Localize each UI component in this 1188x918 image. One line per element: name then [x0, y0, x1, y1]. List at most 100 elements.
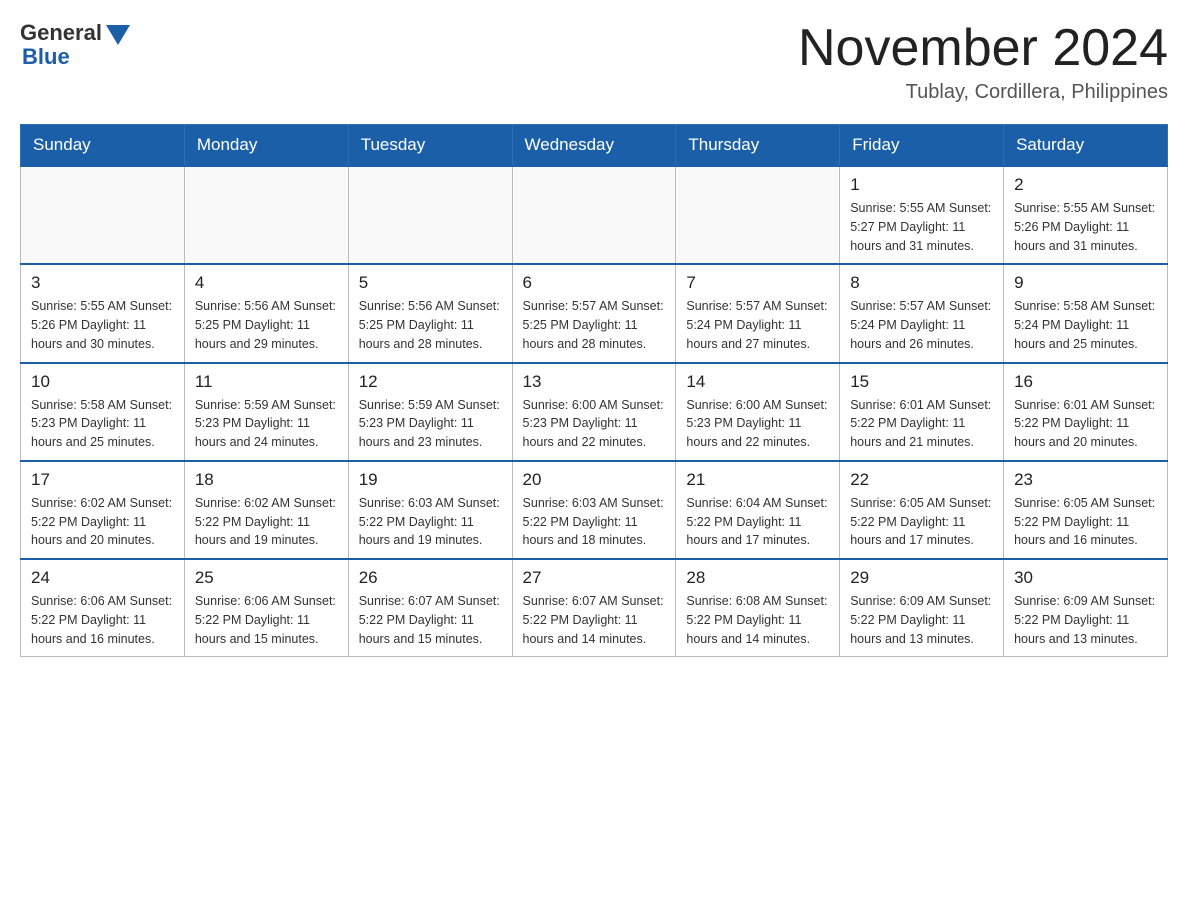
- logo-general-text: General: [20, 20, 102, 46]
- calendar-cell: 12 Sunrise: 5:59 AM Sunset: 5:23 PM Dayli…: [348, 363, 512, 461]
- calendar-cell: 6 Sunrise: 5:57 AM Sunset: 5:25 PM Daylig…: [512, 264, 676, 362]
- day-number: 10: [31, 372, 174, 392]
- calendar-cell: 22 Sunrise: 6:05 AM Sunset: 5:22 PM Dayli…: [840, 461, 1004, 559]
- day-info: Sunrise: 5:59 AM Sunset: 5:23 PM Dayligh…: [195, 396, 338, 452]
- calendar-cell: 15Sunrise: 6:01 AM Sunset: 5:22 PM Dayli…: [840, 363, 1004, 461]
- day-info: Sunrise: 6:09 AM Sunset: 5:22 PM Dayligh…: [850, 592, 993, 648]
- calendar-cell: 14 Sunrise: 6:00 AM Sunset: 5:23 PM Dayli…: [676, 363, 840, 461]
- day-info: Sunrise: 6:09 AM Sunset: 5:22 PM Dayligh…: [1014, 592, 1157, 648]
- day-info: Sunrise: 5:56 AM Sunset: 5:25 PM Dayligh…: [195, 297, 338, 353]
- day-info: Sunrise: 6:00 AM Sunset: 5:23 PM Dayligh…: [686, 396, 829, 452]
- day-info: Sunrise: 6:01 AM Sunset: 5:22 PM Dayligh…: [850, 396, 993, 452]
- day-of-week-header: Friday: [840, 125, 1004, 167]
- day-info: Sunrise: 5:58 AM Sunset: 5:24 PM Dayligh…: [1014, 297, 1157, 353]
- day-info: Sunrise: 6:02 AM Sunset: 5:22 PM Dayligh…: [31, 494, 174, 550]
- day-number: 5: [359, 273, 502, 293]
- day-number: 9: [1014, 273, 1157, 293]
- calendar-cell: [348, 166, 512, 264]
- day-info: Sunrise: 6:02 AM Sunset: 5:22 PM Dayligh…: [195, 494, 338, 550]
- day-number: 21: [686, 470, 829, 490]
- day-info: Sunrise: 5:55 AM Sunset: 5:27 PM Dayligh…: [850, 199, 993, 255]
- logo-blue-text: Blue: [22, 44, 70, 70]
- calendar-week-row: 24Sunrise: 6:06 AM Sunset: 5:22 PM Dayli…: [21, 559, 1168, 657]
- day-of-week-header: Sunday: [21, 125, 185, 167]
- calendar-cell: 30 Sunrise: 6:09 AM Sunset: 5:22 PM Dayli…: [1004, 559, 1168, 657]
- day-of-week-header: Monday: [184, 125, 348, 167]
- month-title: November 2024: [798, 20, 1168, 77]
- title-area: November 2024 Tublay, Cordillera, Philip…: [798, 20, 1168, 104]
- calendar-week-row: 3Sunrise: 5:55 AM Sunset: 5:26 PM Daylig…: [21, 264, 1168, 362]
- day-number: 8: [850, 273, 993, 293]
- calendar-cell: 7 Sunrise: 5:57 AM Sunset: 5:24 PM Daylig…: [676, 264, 840, 362]
- calendar-cell: [21, 166, 185, 264]
- day-number: 25: [195, 568, 338, 588]
- day-info: Sunrise: 5:55 AM Sunset: 5:26 PM Dayligh…: [1014, 199, 1157, 255]
- calendar-cell: 3Sunrise: 5:55 AM Sunset: 5:26 PM Daylig…: [21, 264, 185, 362]
- day-info: Sunrise: 6:05 AM Sunset: 5:22 PM Dayligh…: [850, 494, 993, 550]
- location-subtitle: Tublay, Cordillera, Philippines: [798, 81, 1168, 104]
- day-info: Sunrise: 6:07 AM Sunset: 5:22 PM Dayligh…: [523, 592, 666, 648]
- day-info: Sunrise: 6:01 AM Sunset: 5:22 PM Dayligh…: [1014, 396, 1157, 452]
- day-number: 7: [686, 273, 829, 293]
- day-number: 17: [31, 470, 174, 490]
- calendar-cell: 2 Sunrise: 5:55 AM Sunset: 5:26 PM Daylig…: [1004, 166, 1168, 264]
- day-number: 11: [195, 372, 338, 392]
- day-info: Sunrise: 5:59 AM Sunset: 5:23 PM Dayligh…: [359, 396, 502, 452]
- day-number: 14: [686, 372, 829, 392]
- calendar-cell: 28 Sunrise: 6:08 AM Sunset: 5:22 PM Dayli…: [676, 559, 840, 657]
- day-number: 12: [359, 372, 502, 392]
- calendar-week-row: 10Sunrise: 5:58 AM Sunset: 5:23 PM Dayli…: [21, 363, 1168, 461]
- day-number: 6: [523, 273, 666, 293]
- calendar-cell: 13Sunrise: 6:00 AM Sunset: 5:23 PM Dayli…: [512, 363, 676, 461]
- day-number: 23: [1014, 470, 1157, 490]
- day-number: 16: [1014, 372, 1157, 392]
- calendar-cell: 17 Sunrise: 6:02 AM Sunset: 5:22 PM Dayli…: [21, 461, 185, 559]
- calendar-cell: 27 Sunrise: 6:07 AM Sunset: 5:22 PM Dayli…: [512, 559, 676, 657]
- day-number: 22: [850, 470, 993, 490]
- day-number: 1: [850, 175, 993, 195]
- page-header: General Blue November 2024 Tublay, Cordi…: [20, 20, 1168, 104]
- day-info: Sunrise: 6:04 AM Sunset: 5:22 PM Dayligh…: [686, 494, 829, 550]
- day-of-week-header: Thursday: [676, 125, 840, 167]
- day-number: 28: [686, 568, 829, 588]
- calendar-cell: 24Sunrise: 6:06 AM Sunset: 5:22 PM Dayli…: [21, 559, 185, 657]
- logo-triangle-icon: [106, 25, 130, 45]
- calendar-table: SundayMondayTuesdayWednesdayThursdayFrid…: [20, 124, 1168, 657]
- calendar-cell: [512, 166, 676, 264]
- day-info: Sunrise: 6:08 AM Sunset: 5:22 PM Dayligh…: [686, 592, 829, 648]
- calendar-week-row: 17 Sunrise: 6:02 AM Sunset: 5:22 PM Dayli…: [21, 461, 1168, 559]
- day-number: 30: [1014, 568, 1157, 588]
- calendar-cell: 21 Sunrise: 6:04 AM Sunset: 5:22 PM Dayli…: [676, 461, 840, 559]
- calendar-cell: 26 Sunrise: 6:07 AM Sunset: 5:22 PM Dayli…: [348, 559, 512, 657]
- calendar-week-row: 1 Sunrise: 5:55 AM Sunset: 5:27 PM Daylig…: [21, 166, 1168, 264]
- calendar-cell: 10Sunrise: 5:58 AM Sunset: 5:23 PM Dayli…: [21, 363, 185, 461]
- day-number: 26: [359, 568, 502, 588]
- calendar-cell: 19Sunrise: 6:03 AM Sunset: 5:22 PM Dayli…: [348, 461, 512, 559]
- calendar-cell: 16 Sunrise: 6:01 AM Sunset: 5:22 PM Dayli…: [1004, 363, 1168, 461]
- day-number: 4: [195, 273, 338, 293]
- day-info: Sunrise: 5:56 AM Sunset: 5:25 PM Dayligh…: [359, 297, 502, 353]
- day-number: 18: [195, 470, 338, 490]
- day-info: Sunrise: 5:57 AM Sunset: 5:25 PM Dayligh…: [523, 297, 666, 353]
- calendar-cell: 23 Sunrise: 6:05 AM Sunset: 5:22 PM Dayli…: [1004, 461, 1168, 559]
- day-info: Sunrise: 5:55 AM Sunset: 5:26 PM Dayligh…: [31, 297, 174, 353]
- day-info: Sunrise: 6:05 AM Sunset: 5:22 PM Dayligh…: [1014, 494, 1157, 550]
- day-number: 19: [359, 470, 502, 490]
- calendar-cell: 5 Sunrise: 5:56 AM Sunset: 5:25 PM Daylig…: [348, 264, 512, 362]
- day-info: Sunrise: 6:07 AM Sunset: 5:22 PM Dayligh…: [359, 592, 502, 648]
- calendar-cell: 20Sunrise: 6:03 AM Sunset: 5:22 PM Dayli…: [512, 461, 676, 559]
- calendar-cell: 4 Sunrise: 5:56 AM Sunset: 5:25 PM Daylig…: [184, 264, 348, 362]
- logo: General Blue: [20, 20, 130, 70]
- calendar-cell: 29 Sunrise: 6:09 AM Sunset: 5:22 PM Dayli…: [840, 559, 1004, 657]
- calendar-cell: 25Sunrise: 6:06 AM Sunset: 5:22 PM Dayli…: [184, 559, 348, 657]
- calendar-cell: 1 Sunrise: 5:55 AM Sunset: 5:27 PM Daylig…: [840, 166, 1004, 264]
- day-info: Sunrise: 5:57 AM Sunset: 5:24 PM Dayligh…: [686, 297, 829, 353]
- day-number: 20: [523, 470, 666, 490]
- day-number: 13: [523, 372, 666, 392]
- day-number: 27: [523, 568, 666, 588]
- day-number: 24: [31, 568, 174, 588]
- calendar-cell: 11 Sunrise: 5:59 AM Sunset: 5:23 PM Dayli…: [184, 363, 348, 461]
- day-of-week-header: Saturday: [1004, 125, 1168, 167]
- day-number: 2: [1014, 175, 1157, 195]
- day-number: 29: [850, 568, 993, 588]
